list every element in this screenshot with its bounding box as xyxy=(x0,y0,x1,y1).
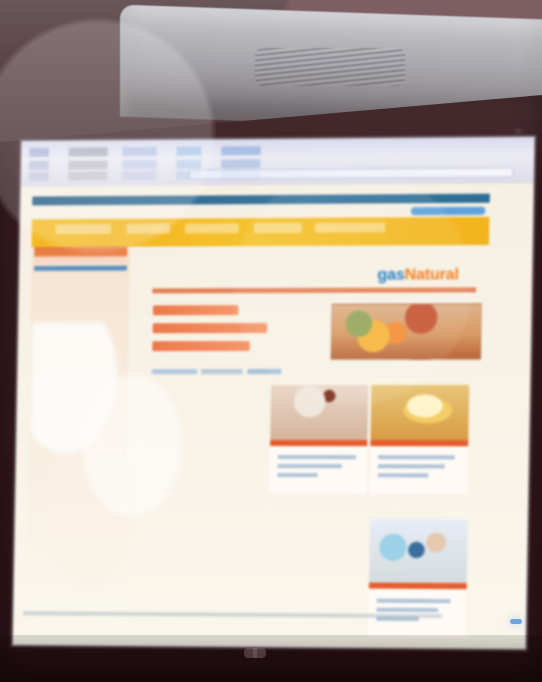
left-accent-panel xyxy=(34,246,128,264)
card-text-line xyxy=(376,607,439,613)
monitor-grille xyxy=(255,48,405,86)
power-indicator-icon xyxy=(510,619,522,624)
promo-line xyxy=(152,305,239,316)
nav-chip[interactable] xyxy=(55,223,111,235)
nav-chip[interactable] xyxy=(185,223,240,234)
address-bar[interactable] xyxy=(188,167,514,180)
card-text-line xyxy=(376,598,451,604)
bottom-shadow xyxy=(0,635,542,682)
card-text-line xyxy=(277,473,318,478)
search-pill[interactable] xyxy=(410,206,486,216)
promo-line xyxy=(152,341,250,352)
card-text-line xyxy=(378,464,445,469)
card-text-line xyxy=(377,473,429,478)
toolbar-row xyxy=(29,144,527,157)
small-link-row[interactable] xyxy=(151,368,282,375)
nav-chip[interactable] xyxy=(126,223,171,234)
card-text-line xyxy=(277,455,357,460)
content-card[interactable] xyxy=(269,384,369,494)
content-card[interactable] xyxy=(369,384,470,494)
brand-logo-text: gasNatural xyxy=(377,266,459,284)
photo-scene: gasNatural xyxy=(0,0,542,682)
card-image xyxy=(270,384,369,447)
browser-toolbar xyxy=(20,136,535,188)
hero-image xyxy=(330,303,482,360)
monitor-screen: gasNatural xyxy=(10,134,537,652)
card-text-line xyxy=(277,464,342,469)
promo-text-block xyxy=(152,305,303,363)
promo-line xyxy=(152,323,268,334)
monitor-logo xyxy=(244,648,266,658)
content-card[interactable] xyxy=(368,519,468,637)
left-blue-bar xyxy=(34,265,127,271)
card-image xyxy=(368,519,468,590)
headline-divider xyxy=(152,287,477,294)
card-text-line xyxy=(378,455,455,460)
nav-chip[interactable] xyxy=(253,222,302,234)
nav-chip[interactable] xyxy=(314,222,386,233)
card-image xyxy=(370,384,470,447)
brand-logo: gasNatural xyxy=(377,266,459,284)
